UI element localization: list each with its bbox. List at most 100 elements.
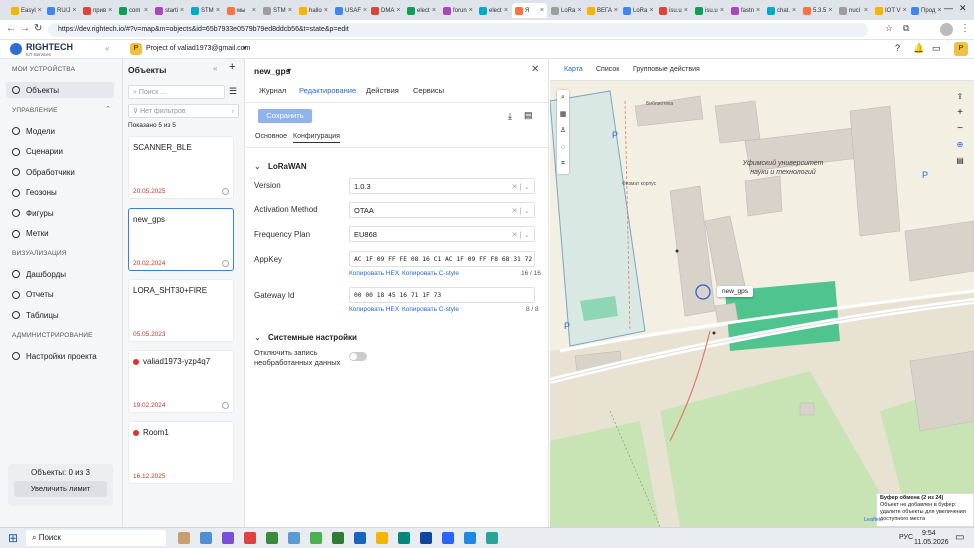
close-tab-icon[interactable]: × — [937, 7, 941, 14]
zoom-out-icon[interactable]: − — [953, 121, 967, 137]
close-tab-icon[interactable]: × — [577, 7, 581, 14]
editor-subtab-1[interactable]: Конфигурация — [293, 133, 340, 143]
taskbar-app-icon[interactable] — [244, 532, 256, 544]
close-tab-icon[interactable]: × — [756, 7, 760, 14]
filter-input[interactable]: ⊽ Нет фильтров › — [128, 104, 239, 118]
browser-tab[interactable]: hallo × — [296, 3, 331, 18]
shape-icon[interactable]: ⌗ — [557, 156, 569, 173]
frequency-select[interactable]: EU868 ✕ | ⌄ — [349, 226, 535, 242]
close-tab-icon[interactable]: × — [540, 7, 544, 14]
editor-tab-2[interactable]: Действия — [366, 86, 399, 95]
browser-tab[interactable]: RU/J × — [44, 3, 79, 18]
browser-tab[interactable]: ВЕГА × — [584, 3, 619, 18]
sidebar-item-vis-2[interactable]: Таблицы — [6, 307, 114, 323]
leaflet-attribution[interactable]: Leaflet — [864, 517, 881, 523]
browser-tab[interactable]: 5.3.5 × — [800, 3, 835, 18]
list-options-icon[interactable]: ☰ — [229, 86, 237, 97]
browser-tab[interactable]: com × — [116, 3, 151, 18]
sidebar-item-mgmt-2[interactable]: Обработчики — [6, 164, 114, 180]
reload-icon[interactable]: ↻ — [34, 23, 42, 34]
url-input[interactable]: https://dev.rightech.io/#?v=map&m=object… — [48, 23, 868, 37]
taskbar-app-icon[interactable] — [266, 532, 278, 544]
copy-hex-link[interactable]: Копировать HEX — [349, 270, 399, 277]
layers-icon[interactable]: ▦ — [557, 107, 569, 124]
close-tab-icon[interactable]: × — [614, 7, 618, 14]
browser-tab[interactable]: Easyl × — [8, 3, 43, 18]
close-tab-icon[interactable]: × — [38, 7, 42, 14]
notification-icon[interactable]: ▭ — [955, 532, 964, 543]
project-selector[interactable]: Project of valiad1973@gmail.com — [146, 45, 250, 52]
object-card[interactable]: valiad1973-yzp4q7 19.02.2024 — [128, 350, 234, 413]
close-tab-icon[interactable]: × — [684, 7, 688, 14]
taskbar-app-icon[interactable] — [398, 532, 410, 544]
close-tab-icon[interactable]: × — [469, 7, 473, 14]
close-tab-icon[interactable]: × — [216, 7, 220, 14]
object-name[interactable]: new_gps — [254, 66, 290, 76]
increase-limit-button[interactable]: Увеличить лимит — [14, 481, 107, 497]
close-tab-icon[interactable]: × — [288, 7, 292, 14]
close-tab-icon[interactable]: × — [720, 7, 724, 14]
chevron-down-icon[interactable]: ▾ — [243, 44, 247, 52]
browser-tab[interactable]: isu.u × — [692, 3, 727, 18]
document-icon[interactable]: ▤ — [524, 110, 533, 121]
search-input[interactable]: ⌕ Поиск ... — [128, 85, 225, 99]
windows-start-icon[interactable]: ⊞ — [8, 531, 18, 545]
collapse-sidebar-icon[interactable]: « — [105, 44, 109, 53]
section-chevron-icon-2[interactable]: ⌄ — [254, 333, 261, 342]
save-button[interactable]: Сохранить — [258, 109, 312, 123]
map-view[interactable]: P P P Библиотека Физмат корпус Уфимский … — [550, 81, 974, 527]
copy-cstyle-link-2[interactable]: Копировать C-style — [402, 306, 459, 313]
browser-tab[interactable]: STM × — [188, 3, 223, 18]
add-object-icon[interactable]: + — [229, 61, 235, 73]
language-indicator[interactable]: РУС — [899, 534, 913, 541]
taskbar-app-icon[interactable] — [222, 532, 234, 544]
editor-subtab-0[interactable]: Основное — [255, 133, 287, 140]
copy-cstyle-link[interactable]: Копировать C-style — [402, 270, 459, 277]
caret-down-icon[interactable]: ▾ — [287, 66, 291, 75]
editor-tab-3[interactable]: Сервисы — [413, 86, 444, 95]
sidebar-item-mgmt-5[interactable]: Метки — [6, 226, 114, 242]
object-card[interactable]: SCANNER_BLE 20.05.2025 — [128, 136, 234, 199]
browser-tab[interactable]: STM × — [260, 3, 295, 18]
taskbar-app-icon[interactable] — [486, 532, 498, 544]
bell-icon[interactable]: 🔔 — [913, 43, 924, 54]
close-tab-icon[interactable]: × — [252, 7, 256, 14]
menu-icon[interactable]: ⋮ — [960, 23, 970, 34]
profile-avatar[interactable] — [940, 23, 953, 36]
close-tab-icon[interactable]: × — [396, 7, 400, 14]
object-card[interactable]: LORA_SHT30+FIRE 05.05.2023 — [128, 279, 234, 342]
section-chevron-icon[interactable]: ⌄ — [254, 162, 261, 171]
close-tab-icon[interactable]: × — [72, 7, 76, 14]
taskbar-app-icon[interactable] — [420, 532, 432, 544]
taskbar-app-icon[interactable] — [200, 532, 212, 544]
browser-tab[interactable]: forun × — [440, 3, 475, 18]
browser-tab[interactable]: DMA × — [368, 3, 403, 18]
close-tab-icon[interactable]: × — [363, 7, 367, 14]
sidebar-item-mgmt-4[interactable]: Фигуры — [6, 205, 114, 221]
taskbar-app-icon[interactable] — [442, 532, 454, 544]
window-close-icon[interactable]: ✕ — [959, 3, 967, 14]
user-badge[interactable]: P — [954, 42, 968, 56]
browser-tab[interactable]: USAF × — [332, 3, 367, 18]
taskbar-app-icon[interactable] — [376, 532, 388, 544]
sidebar-item-mgmt-0[interactable]: Модели — [6, 123, 114, 139]
browser-tab[interactable]: elect × — [476, 3, 511, 18]
taskbar-app-icon[interactable] — [332, 532, 344, 544]
help-icon[interactable]: ? — [895, 43, 900, 53]
zoom-in-icon[interactable]: + — [953, 105, 967, 121]
browser-tab[interactable]: LoRa × — [620, 3, 655, 18]
person-icon[interactable]: ♙ — [557, 123, 569, 140]
browser-tab[interactable]: Я × — [512, 3, 547, 18]
activation-select[interactable]: OTAA ✕ | ⌄ — [349, 202, 535, 218]
circle-icon[interactable]: ○ — [557, 140, 569, 157]
taskbar-app-icon[interactable] — [354, 532, 366, 544]
copy-hex-link-2[interactable]: Копировать HEX — [349, 306, 399, 313]
taskbar-search[interactable]: ⌕ Поиск — [26, 530, 166, 546]
browser-tab[interactable]: прив × — [80, 3, 115, 18]
browser-tab[interactable]: elect × — [404, 3, 439, 18]
object-card[interactable]: Room1 16.12.2025 — [128, 421, 234, 484]
forward-icon[interactable]: → — [20, 23, 30, 34]
version-select[interactable]: 1.0.3 ✕ | ⌄ — [349, 178, 535, 194]
sidebar-item-vis-1[interactable]: Отчеты — [6, 287, 114, 303]
collapse-panel-icon[interactable]: « — [213, 64, 217, 73]
